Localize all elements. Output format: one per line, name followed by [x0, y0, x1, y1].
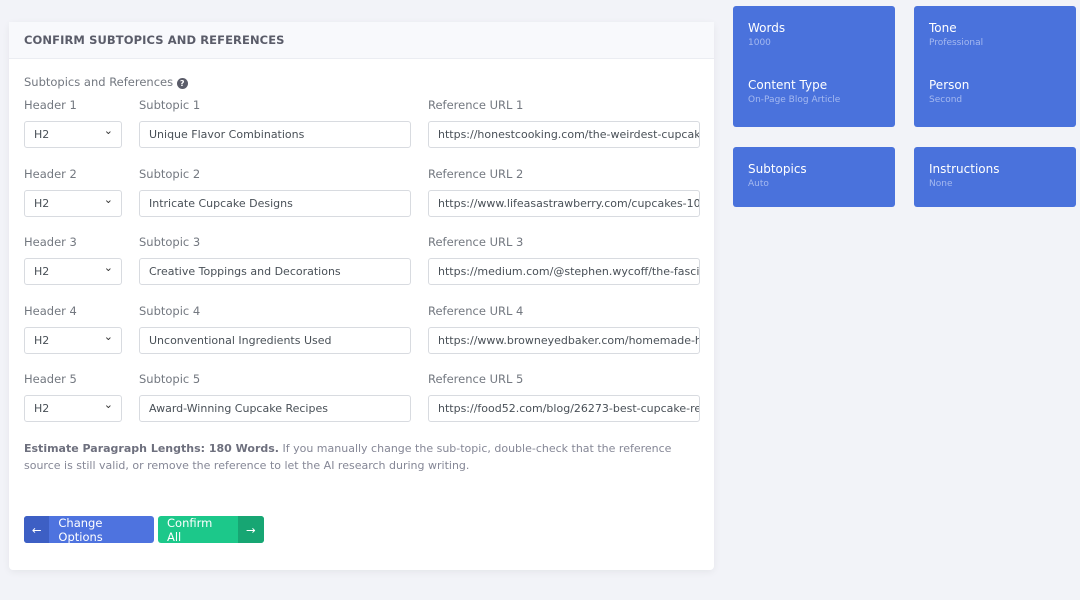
header-select[interactable]: H2: [24, 189, 122, 217]
subtopic-label: Subtopic 5: [139, 372, 201, 386]
tile-title: Instructions: [929, 162, 1000, 176]
header-select[interactable]: H2: [24, 121, 122, 148]
reference-url-label: Reference URL 4: [428, 303, 524, 318]
reference-url-input[interactable]: https://www.browneyedbaker.com/homemade-…: [428, 326, 700, 354]
confirm-all-label: Confirm All: [167, 516, 213, 543]
reference-url-label: Reference URL 1: [428, 98, 524, 112]
confirm-subtopics-card: CONFIRM SUBTOPICS AND REFERENCES Subtopi…: [9, 22, 714, 570]
reference-url-label: Reference URL 5: [428, 372, 524, 386]
confirm-all-button[interactable]: Confirm All →: [158, 516, 264, 543]
tile-value: Auto: [748, 179, 769, 189]
subtopic-label: Subtopic 3: [139, 235, 201, 249]
subtopic-input[interactable]: Award-Winning Cupcake Recipes: [139, 395, 411, 422]
header-select[interactable]: H2: [24, 258, 122, 285]
reference-url-label: Reference URL 3: [428, 235, 524, 249]
subtopic-input[interactable]: Unconventional Ingredients Used: [139, 326, 411, 354]
note-bold: Estimate Paragraph Lengths: 180 Words.: [24, 442, 279, 455]
arrow-left-icon: ←: [24, 516, 50, 543]
header-select-value: H2: [34, 196, 50, 210]
header-label: Header 3: [24, 235, 77, 249]
reference-url-input[interactable]: https://food52.com/blog/26273-best-cupca…: [428, 395, 700, 422]
tile-title: Person: [929, 78, 970, 92]
tile-value: None: [929, 179, 953, 189]
reference-url-label: Reference URL 2: [428, 166, 524, 181]
tile-value: Second: [929, 95, 963, 105]
arrow-right-icon: →: [237, 516, 264, 543]
header-select[interactable]: H2: [24, 395, 122, 422]
subtopic-label: Subtopic 2: [139, 166, 201, 181]
change-options-button[interactable]: ← Change Options: [24, 516, 154, 543]
section-label: Subtopics and References ?: [24, 75, 188, 89]
reference-url-input[interactable]: https://honestcooking.com/the-weirdest-c…: [428, 121, 700, 148]
tile-value: On-Page Blog Article: [748, 95, 841, 105]
header-label: Header 1: [24, 98, 77, 112]
help-icon[interactable]: ?: [176, 78, 188, 89]
options-tile: Words 1000 Content Type On-Page Blog Artic…: [733, 6, 895, 127]
paragraph-length-note: Estimate Paragraph Lengths: 180 Words. I…: [24, 440, 704, 474]
tile-title: Subtopics: [748, 162, 807, 176]
subtopic-label: Subtopic 4: [139, 303, 201, 318]
subtopic-input[interactable]: Creative Toppings and Decorations: [139, 258, 411, 285]
reference-url-input[interactable]: https://www.lifeasastrawberry.com/cupcak…: [428, 189, 700, 217]
change-options-label: Change Options: [58, 516, 103, 543]
options-tile: Instructions None: [914, 147, 1076, 207]
reference-url-input[interactable]: https://medium.com/@stephen.wycoff/the-f…: [428, 258, 700, 285]
card-title: CONFIRM SUBTOPICS AND REFERENCES: [9, 22, 714, 59]
header-select-value: H2: [34, 128, 50, 141]
header-select-value: H2: [34, 333, 50, 347]
options-tile: Subtopics Auto: [733, 147, 895, 207]
header-select-value: H2: [34, 265, 50, 278]
tile-value: 1000: [748, 38, 771, 48]
tile-title: Content Type: [748, 78, 828, 92]
header-label: Header 2: [24, 166, 77, 181]
header-label: Header 4: [24, 303, 77, 318]
header-select-value: H2: [34, 402, 50, 415]
subtopic-input[interactable]: Intricate Cupcake Designs: [139, 189, 411, 217]
subtopic-input[interactable]: Unique Flavor Combinations: [139, 121, 411, 148]
tile-value: Professional: [929, 38, 984, 48]
header-label: Header 5: [24, 372, 77, 386]
header-select[interactable]: H2: [24, 326, 122, 354]
section-label-text: Subtopics and References: [24, 75, 174, 89]
options-tile: Tone Professional Person Second: [914, 6, 1076, 127]
subtopic-label: Subtopic 1: [139, 98, 201, 112]
tile-title: Tone: [929, 21, 957, 35]
tile-title: Words: [748, 21, 786, 35]
